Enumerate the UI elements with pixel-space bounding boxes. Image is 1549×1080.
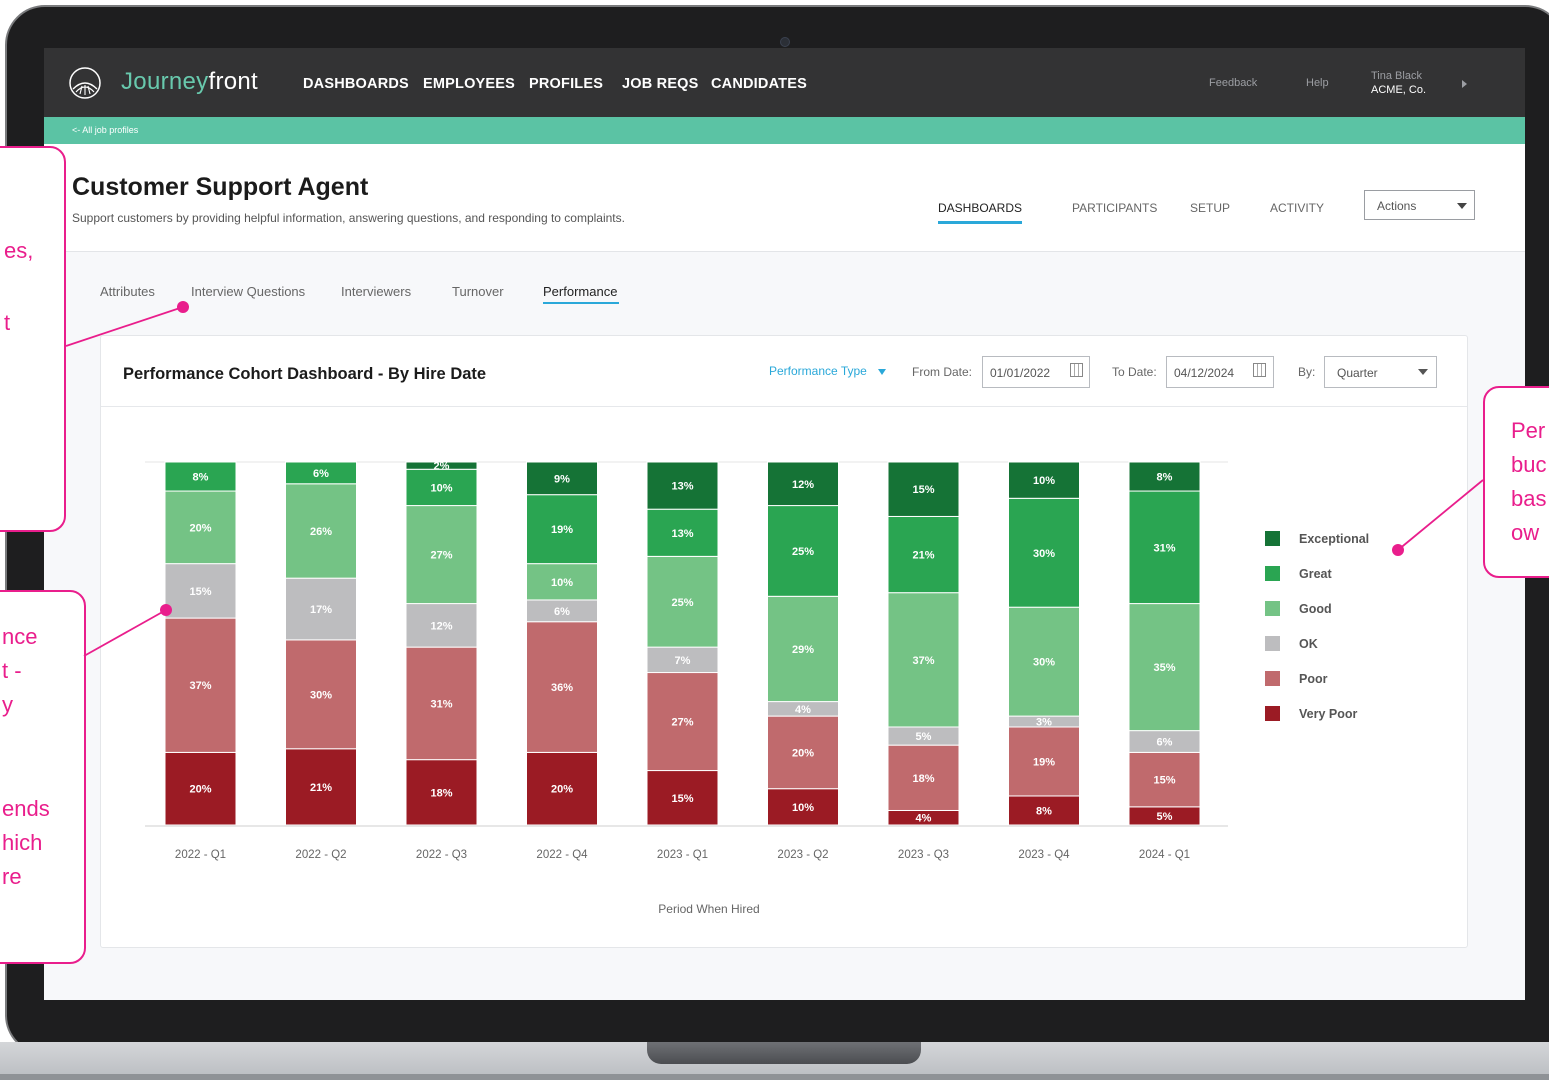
annotation-marker xyxy=(1392,544,1404,556)
annotation-connectors xyxy=(65,306,1484,657)
annotation-marker xyxy=(177,301,189,313)
annotation-marker xyxy=(160,604,172,616)
